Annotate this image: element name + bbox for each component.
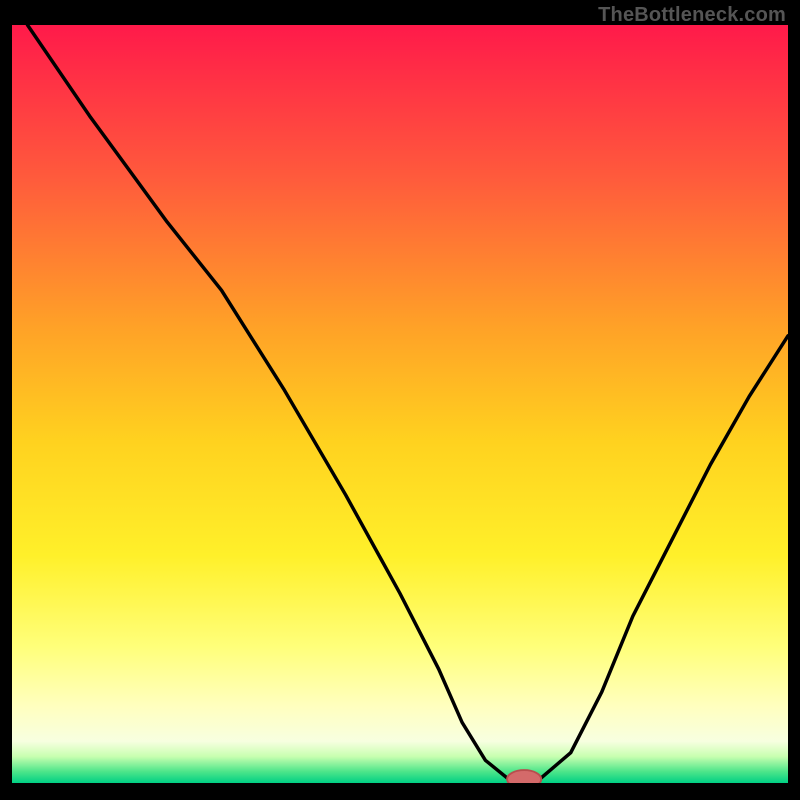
optimum-marker: [507, 770, 541, 783]
gradient-background: [12, 25, 788, 783]
attribution-label: TheBottleneck.com: [598, 4, 786, 27]
chart-svg: [12, 25, 788, 783]
chart-frame: TheBottleneck.com: [0, 0, 800, 800]
plot-area: [12, 25, 788, 783]
